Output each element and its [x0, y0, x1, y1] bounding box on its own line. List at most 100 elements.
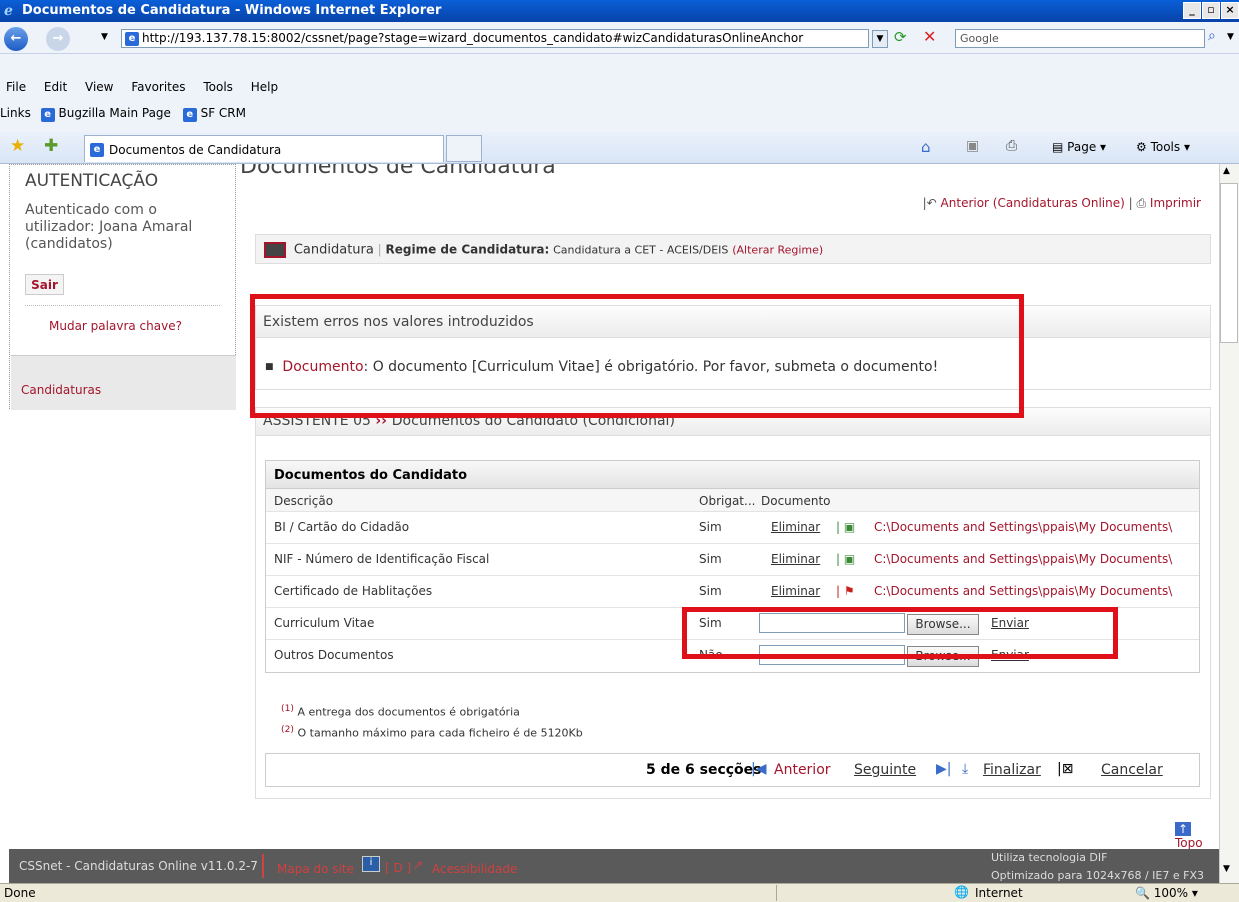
window-titlebar: ℯ Documentos de Candidatura - Windows In…	[0, 0, 1239, 22]
tech-line-2: Optimizado para 1024x768 / IE7 e FX3	[991, 869, 1205, 882]
address-dropdown-icon[interactable]: ▼	[872, 30, 888, 48]
change-password-link[interactable]: Mudar palavra chave?	[49, 319, 182, 333]
scroll-down-icon[interactable]: ▼	[1223, 864, 1230, 874]
up-arrow-icon: ↑	[1175, 822, 1192, 836]
menu-file[interactable]: File	[6, 80, 26, 94]
col-obrigatorio[interactable]: Obrigat...	[699, 494, 755, 508]
minimize-button[interactable]: _	[1183, 2, 1201, 19]
forward-button[interactable]: →	[46, 27, 70, 51]
links-label: Links	[0, 106, 31, 120]
top-link[interactable]: ↑ Topo	[1175, 822, 1219, 849]
menu-area: File Edit View Favorites Tools Help Link…	[0, 54, 1239, 132]
prev-arrow-icon: |◀	[751, 761, 767, 777]
scroll-up-icon[interactable]: ▲	[1223, 166, 1230, 176]
page-title: Documentos de Candidatura	[240, 164, 556, 179]
zoom-control[interactable]: 🔍 100% ▾	[1135, 886, 1198, 900]
search-input[interactable]: Google	[955, 29, 1205, 48]
document-path-link[interactable]: C:\Documents and Settings\ppais\My Docum…	[874, 552, 1172, 566]
note-2: (2) O tamanho máximo para cada ficheiro …	[281, 723, 583, 740]
access-key-icon: [ D ]	[385, 861, 412, 875]
info-icon: i	[362, 856, 380, 872]
menu-help[interactable]: Help	[251, 80, 278, 94]
sidebar-item-candidaturas[interactable]: Candidaturas	[11, 355, 236, 410]
menu-favorites[interactable]: Favorites	[131, 80, 185, 94]
row-required: Sim	[699, 584, 722, 598]
page-menu-label: Page	[1067, 140, 1097, 154]
stop-icon[interactable]: ✕	[923, 27, 936, 46]
tab-documentos[interactable]: e Documentos de Candidatura	[84, 135, 444, 162]
table-row: BI / Cartão do Cidadão Sim Eliminar | ▣ …	[266, 512, 1199, 544]
footer-divider	[262, 854, 264, 878]
scrollbar-thumb[interactable]	[1220, 183, 1238, 343]
notes: (1) A entrega dos documentos é obrigatór…	[281, 700, 583, 741]
image-file-icon: | ▣	[836, 520, 856, 534]
print-link[interactable]: Imprimir	[1150, 196, 1201, 210]
col-documento[interactable]: Documento	[761, 494, 831, 508]
close-button[interactable]: ×	[1221, 2, 1239, 19]
sidebar-divider	[25, 305, 220, 306]
error-highlight-box	[250, 294, 1024, 418]
links-bar: Links e Bugzilla Main Page e SF CRM	[0, 106, 246, 122]
address-toolbar: ← → ▼ e http://193.137.78.15:8002/cssnet…	[0, 22, 1239, 54]
address-url: http://193.137.78.15:8002/cssnet/page?st…	[142, 31, 804, 45]
document-path-link[interactable]: C:\Documents and Settings\ppais\My Docum…	[874, 520, 1172, 534]
change-regime-link[interactable]: (Alterar Regime)	[732, 244, 823, 257]
delete-link[interactable]: Eliminar	[771, 520, 820, 534]
row-description: Curriculum Vitae	[274, 616, 375, 630]
row-required: Sim	[699, 552, 722, 566]
delete-link[interactable]: Eliminar	[771, 584, 820, 598]
row-required: Sim	[699, 520, 722, 534]
logout-button[interactable]: Sair	[25, 274, 64, 295]
cancel-link[interactable]: Cancelar	[1101, 762, 1163, 778]
status-pane	[776, 885, 936, 901]
zoom-level: 100%	[1153, 886, 1189, 900]
auth-status: Autenticado com o utilizador: Joana Amar…	[25, 202, 193, 252]
candidatura-label: Candidatura	[293, 242, 374, 258]
tools-menu[interactable]: ⚙ Tools ▾	[1136, 140, 1190, 154]
new-tab-button[interactable]	[446, 135, 482, 162]
menu-bar: File Edit View Favorites Tools Help	[6, 80, 278, 94]
finish-icon: ⤓	[962, 761, 969, 777]
status-text: Done	[4, 886, 36, 900]
favorites-star-icon[interactable]: ★	[10, 136, 25, 156]
menu-view[interactable]: View	[85, 80, 113, 94]
address-bar[interactable]: e http://193.137.78.15:8002/cssnet/page?…	[121, 29, 869, 48]
sitemap-link[interactable]: Mapa do site	[277, 862, 354, 876]
menu-edit[interactable]: Edit	[44, 80, 67, 94]
col-descricao[interactable]: Descrição	[274, 494, 333, 508]
maximize-button[interactable]: ▫	[1202, 2, 1220, 19]
page-icon: e	[125, 32, 139, 46]
page-menu[interactable]: ▤ Page ▾	[1052, 140, 1106, 154]
regime-label: Regime de Candidatura:	[385, 242, 550, 257]
print-page-icon: | ⎙	[1128, 196, 1150, 210]
finish-link[interactable]: Finalizar	[983, 762, 1041, 778]
row-description: BI / Cartão do Cidadão	[274, 520, 410, 534]
note-2-text: O tamanho máximo para cada ficheiro é de…	[297, 726, 583, 740]
home-icon[interactable]: ⌂	[921, 138, 931, 156]
globe-icon: 🌐	[954, 885, 969, 899]
search-icon[interactable]: ⌕	[1208, 28, 1216, 44]
back-button[interactable]: ←	[4, 27, 28, 51]
feeds-icon[interactable]: ▣	[966, 138, 979, 154]
print-icon[interactable]: ⎙	[1006, 138, 1017, 154]
add-favorites-icon[interactable]: ✚	[44, 136, 58, 156]
table-title: Documentos do Candidato	[266, 461, 1199, 489]
menu-tools[interactable]: Tools	[203, 80, 233, 94]
sections-count: 5 de 6 secções	[646, 762, 762, 778]
history-dropdown-icon[interactable]: ▼	[101, 32, 108, 42]
link-sfcrm[interactable]: SF CRM	[201, 106, 246, 120]
prev-section-link[interactable]: Anterior	[774, 762, 831, 778]
document-path-link[interactable]: C:\Documents and Settings\ppais\My Docum…	[874, 584, 1172, 598]
site-footer: CSSnet - Candidaturas Online v11.0.2-7 M…	[9, 849, 1219, 883]
link-bugzilla[interactable]: Bugzilla Main Page	[58, 106, 170, 120]
accessibility-link[interactable]: Acessibilidade	[432, 862, 517, 876]
search-options-icon[interactable]: ▼	[1227, 32, 1234, 42]
accessibility-icon: ↗	[413, 858, 424, 872]
previous-page-link[interactable]: Anterior (Candidaturas Online)	[941, 196, 1125, 210]
delete-link[interactable]: Eliminar	[771, 552, 820, 566]
zone-label: Internet	[975, 886, 1023, 900]
link-page-icon: e	[40, 108, 55, 122]
field-highlight-box	[682, 607, 1118, 659]
refresh-icon[interactable]: ⟳	[894, 28, 907, 46]
next-section-link[interactable]: Seguinte	[854, 762, 916, 778]
